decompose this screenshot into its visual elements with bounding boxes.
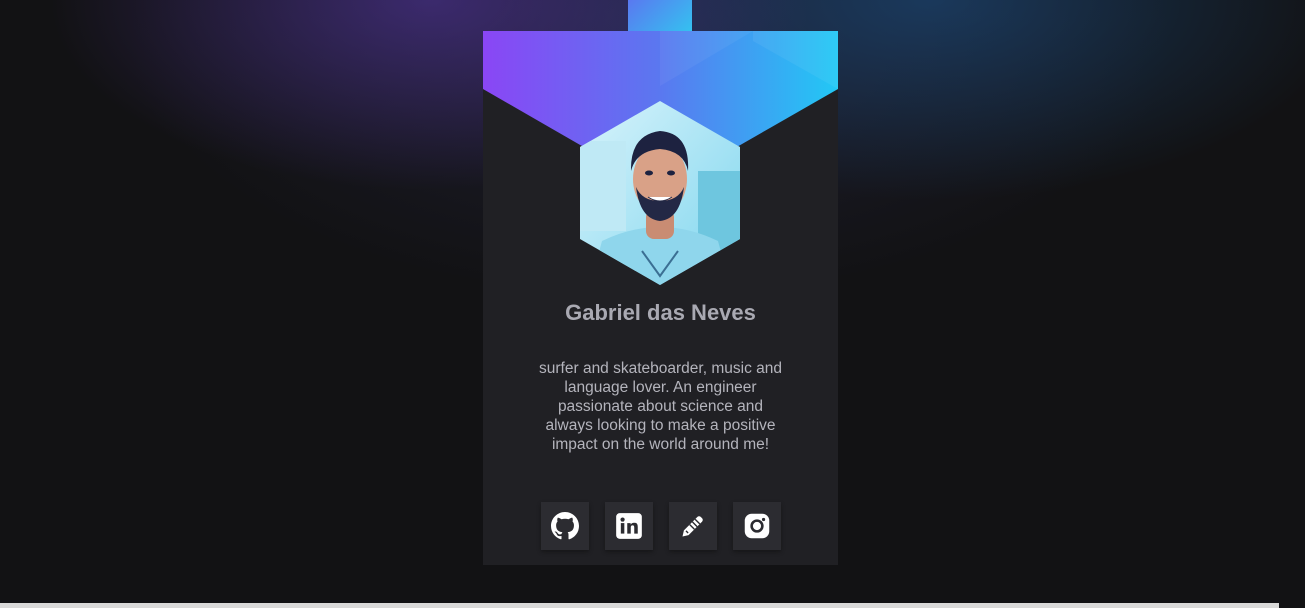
instagram-icon <box>744 513 770 539</box>
github-icon <box>551 512 579 540</box>
github-link-button[interactable] <box>541 502 589 550</box>
avatar <box>580 101 740 285</box>
linkedin-link-button[interactable] <box>605 502 653 550</box>
instagram-link-button[interactable] <box>733 502 781 550</box>
horizontal-scrollbar[interactable] <box>0 603 1279 608</box>
profile-bio: surfer and skateboarder, music and langu… <box>539 360 782 453</box>
social-links <box>541 502 781 550</box>
blog-link-button[interactable] <box>669 502 717 550</box>
linkedin-icon <box>616 513 642 539</box>
profile-name: Gabriel das Neves <box>565 300 756 325</box>
pencil-icon <box>682 516 703 537</box>
profile-badge-card: Gabriel das Neves surfer and skateboarde… <box>483 31 838 565</box>
